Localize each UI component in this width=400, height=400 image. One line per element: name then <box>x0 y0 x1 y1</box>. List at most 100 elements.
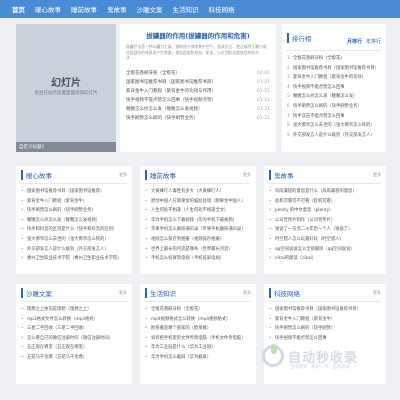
list-item[interactable]: • 紫背金牛入门教程（紫背金牛） <box>269 315 381 325</box>
list-item[interactable]: • 如何把手机里的文件传到电脑（手机文件传电脑） <box>145 334 251 344</box>
nav-warm[interactable]: 暖心故事 <box>35 4 61 14</box>
tab-monthly[interactable]: 月排行 <box>347 39 362 45</box>
section-title: 鬼故事 <box>269 170 294 180</box>
nav-life[interactable]: 生活知识 <box>173 4 199 14</box>
list-item[interactable]: 6 快手刷赞怎么刷的（快手刷赞业务） <box>287 102 381 112</box>
list-item[interactable]: • 世界上最长的河流是哪条（世界最长河流） <box>145 245 251 255</box>
list-item[interactable]: • plenty 的中文意思（plenty） <box>269 206 381 216</box>
list-item-label: 三星二手回收（三星二手回收） <box>27 326 88 332</box>
list-item[interactable]: • 公司宣传片制作（公司宣传片） <box>269 216 381 226</box>
list-item[interactable]: • 五花马千金裘（五花马千金裘） <box>21 353 127 363</box>
section-list: • 大黄蜂叮人毒性有多大（大黄蜂叮人） • 原创中国人在刚果金的尴尬处境（刚果金中国人… <box>145 187 251 264</box>
list-item-label: 国家图书馆推荐书目（国家图书馆推荐书目） <box>275 307 361 312</box>
list-item[interactable]: • qq空间说说怎么全部删除（qq空间说说） <box>269 245 381 255</box>
list-item[interactable]: • 时空猎人怎么玩最好玩（时空猎人） <box>269 235 381 245</box>
list-item-label: 快手视频不能点赞怎么回事 <box>293 84 345 90</box>
list-item[interactable]: • 张大佛爷怎么去世的（张大佛爷怎么死的） <box>21 235 127 245</box>
headline-list: 全橙花香刷牙粉（全橙花） 04-01 国家图书馆推荐书目（国家图书馆推荐书目） 01… <box>126 69 270 123</box>
list-item-label: 外交部发言人是什么级别（外交部发言人） <box>293 132 375 138</box>
nav-funny[interactable]: 沙雕文案 <box>137 4 163 14</box>
list-item[interactable]: • 欧莱雅是哪个国家的（欧莱雅） <box>145 324 251 334</box>
list-item[interactable]: • 大黄蜂叮人毒性有多大（大黄蜂叮人） <box>145 187 251 197</box>
list-item[interactable]: 3 紫背金牛入门教程（紫背金牛的功效） <box>287 73 381 83</box>
watermark-logo-icon <box>262 344 284 367</box>
list-item[interactable]: 9 外交部发言人是什么级别（外交部发言人） <box>287 131 381 141</box>
list-item-label: 快手和抖音的区别是什么（快手和抖音的区别） <box>27 227 118 233</box>
headline-summary: 拔罐疗法是一种以罐为工具，借助热力排除其中空气，造成负压，使之吸附于腧穴或应拔部… <box>126 44 267 60</box>
more-link[interactable]: 更多 <box>373 290 381 296</box>
list-item[interactable]: • mp4视频格式怎么转换（mp4视频格式） <box>145 315 251 325</box>
list-item[interactable]: 1 全橙花香刷牙粉（全橙花） <box>287 54 381 64</box>
list-item[interactable]: • 谁说了一句话二十年后一个人（谁说了） <box>269 225 381 235</box>
list-item-label: 喔喔怎么抄怎么发（喔喔怎么发视频） <box>27 217 101 223</box>
list-item[interactable]: 8 张大佛爷怎么去世的（张大佛爷怎么死的） <box>287 121 381 131</box>
section-title: 沙雕文案 <box>21 288 52 298</box>
list-item[interactable]: • 理想之上依旧是理想（理想之上） <box>21 305 127 315</box>
list-item-label: 风雨兼程的意思是什么（风雨兼程的意思） <box>275 189 357 194</box>
watermark-text: 自动秒收录 <box>288 350 359 366</box>
list-item[interactable]: • 风雨兼程的意思是什么（风雨兼程的意思） <box>269 187 381 197</box>
list-item[interactable]: • 苹果手机怎么删除通讯录（苹果手机删除通讯录） <box>145 225 251 235</box>
list-item[interactable]: • mp3格式文件怎么转换（mp3格式） <box>21 315 127 325</box>
list-item-label: 人生何处不相逢（人生何处不相逢全文） <box>151 208 229 214</box>
list-item[interactable]: 7 快手双击不能点赞怎么回事 <box>287 112 381 122</box>
list-item[interactable]: • 快手和抖音的区别是什么（快手和抖音的区别） <box>21 225 127 235</box>
nav-bedtime[interactable]: 睡前故事 <box>71 4 97 14</box>
headline-title[interactable]: 拔罐器的作用(拔罐器的作用和危害) <box>126 30 270 40</box>
list-item[interactable]: 快手刷赞怎么刷的（快手刷赞业务） 01-21 <box>126 114 270 123</box>
list-item[interactable]: 2 国家图书馆推荐书目（国家图书馆推荐书目） <box>287 64 381 74</box>
list-item-label: 华为手机怎么下载视频（华为手机下载视频） <box>151 217 237 223</box>
list-item[interactable]: • 原创中国人在刚果金的尴尬处境（刚果金中国人） <box>145 197 251 207</box>
more-link[interactable]: 更多 <box>243 290 251 296</box>
list-item[interactable]: 喔喔怎么抄怎么发（喔喔怎么发视频） 01-21 <box>126 105 270 114</box>
list-item[interactable]: • 趁机可看可不可看（趁机可看） <box>269 197 381 207</box>
list-item[interactable]: • cikai的朗读（cikai） <box>269 254 381 264</box>
nav-home[interactable]: 首页 <box>12 4 25 14</box>
headline-panel: 拔罐器的作用(拔罐器的作用和危害) 拔罐疗法是一种以罐为工具，借助热力排除其中空… <box>120 24 276 152</box>
list-item[interactable]: • 华为手机怎么截屏（华为截屏） <box>145 353 251 363</box>
list-item[interactable]: 5 喔喔怎么抄怎么发（喔喔怎么发） <box>287 92 381 102</box>
list-item[interactable]: • 华为手机怎么下载视频（华为手机下载视频） <box>145 216 251 226</box>
list-item[interactable]: 国家图书馆推荐书目（国家图书馆推荐书目） 01-21 <box>126 78 270 87</box>
list-item[interactable]: 全橙花香刷牙粉（全橙花） 04-01 <box>126 69 270 78</box>
list-item-label: 张大佛爷怎么去世的（张大佛爷怎么死的） <box>27 236 109 242</box>
nav-tech[interactable]: 科技网络 <box>209 4 235 14</box>
list-item[interactable]: 紫背金牛入门教程（紫背金牛的功效与作用） 01-21 <box>126 87 270 96</box>
list-item-label: 张大佛爷怎么去世的（张大佛爷怎么死的） <box>293 123 375 129</box>
list-item[interactable]: • 人生何处不相逢（人生何处不相逢全文） <box>145 206 251 216</box>
section-list: • 全橙花香刷牙粉（全橙花） • mp4视频格式怎么转换（mp4视频格式） • 欧莱雅是哪… <box>145 305 251 363</box>
tab-yearly[interactable]: 年排行 <box>366 39 381 45</box>
list-item-label: 原创中国人在刚果金的尴尬处境（刚果金中国人） <box>151 198 246 204</box>
section-list: • 风雨兼程的意思是什么（风雨兼程的意思） • 趁机可看可不可看（趁机可看） • plen… <box>269 187 381 264</box>
slideshow-caption: 自定义标题1 <box>16 142 116 152</box>
list-item[interactable]: • 国家图书馆推荐书目（国家图书馆推荐） <box>21 187 127 197</box>
list-item[interactable]: • 五庄观在哪里（五庄观在哪里） <box>21 343 127 353</box>
list-item-label: 理想之上依旧是理想（理想之上） <box>27 307 92 312</box>
list-item[interactable]: • 喔喔怎么抄怎么发（喔喔怎么发视频） <box>21 216 127 226</box>
nav-ghost[interactable]: 鬼故事 <box>107 4 127 14</box>
slideshow[interactable]: 幻灯片 后台在站点设置里面添加幻灯片 自定义标题1 <box>16 24 116 152</box>
list-item[interactable]: 4 快手视频不能点赞怎么回事 <box>287 83 381 93</box>
list-item[interactable]: • 全橙花香刷牙粉（全橙花） <box>145 305 251 315</box>
more-link[interactable]: 更多 <box>119 290 127 296</box>
more-link[interactable]: 更多 <box>119 172 127 178</box>
list-item[interactable]: • 怎么看自己的微信注册时间（微信注册时间） <box>21 334 127 344</box>
more-link[interactable]: 更多 <box>243 172 251 178</box>
list-item-label: 华为手机怎么截屏（华为截屏） <box>151 354 212 360</box>
more-link[interactable]: 更多 <box>373 172 381 178</box>
list-item[interactable]: • 外交部发言人是什么级别（外交部发言人） <box>21 245 127 255</box>
list-item[interactable]: 快手视频不能点赞怎么回事（快手视频点赞） 01-21 <box>126 96 270 105</box>
list-item-label: 华为工业园是什么（华为工业园） <box>151 345 216 351</box>
list-item[interactable]: • 华为工业园是什么（华为工业园） <box>145 343 251 353</box>
list-item[interactable]: • 手机怎么投屏到电视（手机投屏电视） <box>145 254 251 264</box>
list-item[interactable]: • 快手刷赞怎么刷的（快手刷赞） <box>269 324 381 334</box>
list-item[interactable]: • 快手刷赞怎么刷的（快手刷赞业务） <box>21 206 127 216</box>
list-item-label: 时空猎人怎么玩最好玩（时空猎人） <box>275 236 344 242</box>
list-item[interactable]: • 惠州卫生职业技术学院（惠州卫生职业技术学院） <box>21 254 127 264</box>
list-item[interactable]: • 国家图书馆推荐书目（国家图书馆推荐书目） <box>269 305 381 315</box>
list-item[interactable]: • 三星二手回收（三星二手回收） <box>21 324 127 334</box>
list-item-label: 外交部发言人是什么级别（外交部发言人） <box>27 246 109 252</box>
list-item[interactable]: • 紫背金牛入门教程（紫背金牛） <box>21 197 127 207</box>
list-item-label: 紫背金牛入门教程（紫背金牛） <box>275 316 336 322</box>
list-item[interactable]: • 视频怎么保存到相册（视频保存相册） <box>145 235 251 245</box>
